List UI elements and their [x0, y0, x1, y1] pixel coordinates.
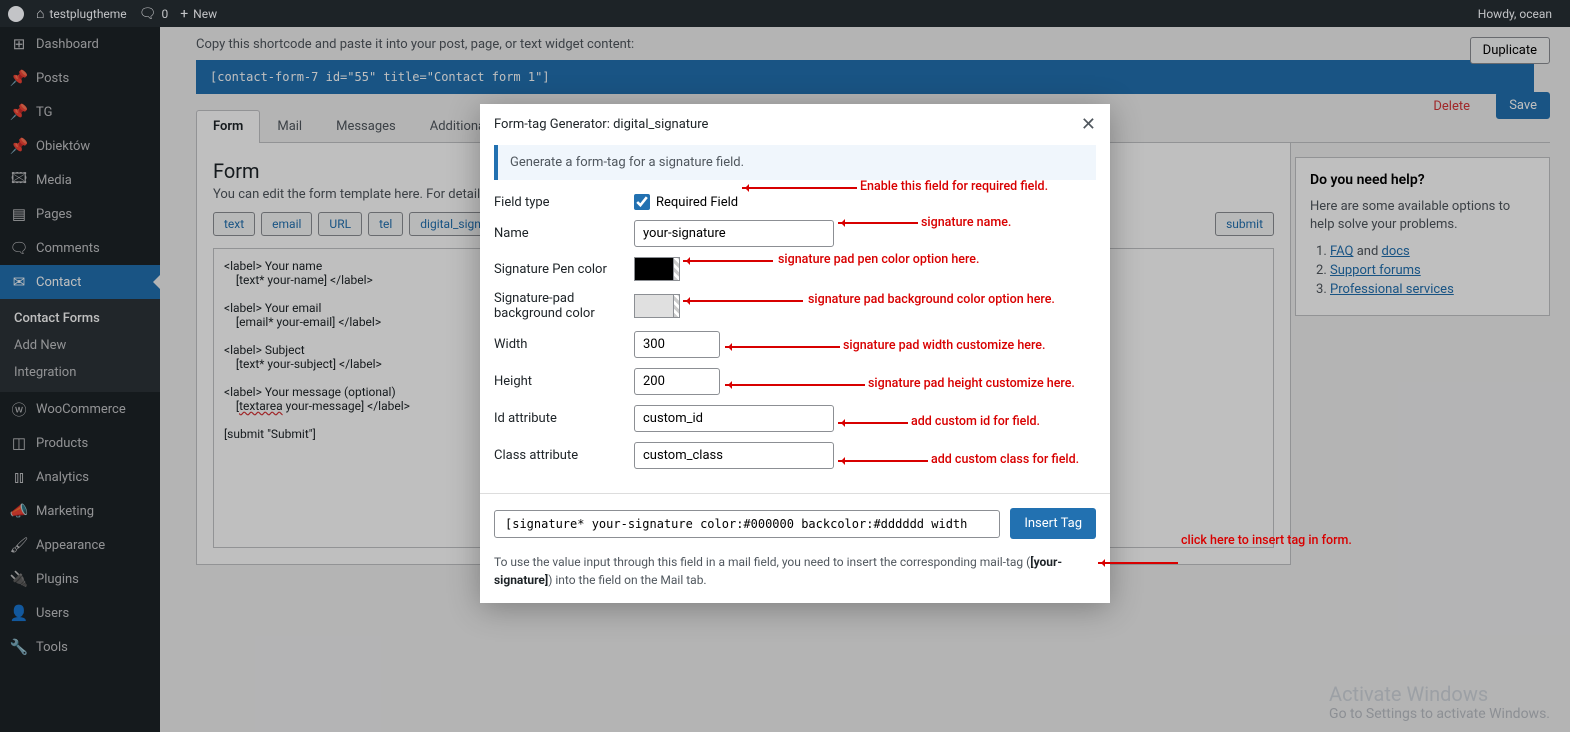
activate-windows-watermark: Activate Windows Go to Settings to activ…	[1329, 682, 1550, 722]
anno-bg: signature pad background color option he…	[808, 292, 1055, 307]
tag-output[interactable]	[494, 510, 1000, 538]
color-picker-handle[interactable]	[674, 257, 680, 281]
admin-bar: ⌂testplugtheme 🗨0 +New Howdy, ocean	[0, 0, 1570, 27]
label-id-attr: Id attribute	[494, 411, 634, 426]
site-name-link[interactable]: ⌂testplugtheme	[36, 5, 127, 22]
width-input[interactable]	[634, 331, 720, 358]
label-name: Name	[494, 226, 634, 241]
label-width: Width	[494, 337, 634, 352]
modal-info: Generate a form-tag for a signature fiel…	[494, 145, 1096, 180]
close-icon[interactable]: ✕	[1081, 114, 1096, 135]
home-icon: ⌂	[36, 5, 44, 22]
label-bg-color: Signature-padbackground color	[494, 291, 634, 321]
label-class-attr: Class attribute	[494, 448, 634, 463]
label-pen-color: Signature Pen color	[494, 262, 634, 277]
comments-link[interactable]: 🗨0	[139, 6, 169, 22]
color-picker-handle[interactable]	[674, 294, 680, 318]
anno-width: signature pad width customize here.	[843, 338, 1045, 353]
modal-note: To use the value input through this fiel…	[480, 553, 1110, 603]
class-input[interactable]	[634, 442, 834, 469]
anno-class: add custom class for field.	[931, 452, 1079, 467]
anno-required: Enable this field for required field.	[860, 179, 1048, 194]
modal-title: Form-tag Generator: digital_signature	[494, 117, 708, 132]
wp-logo[interactable]	[8, 6, 24, 22]
anno-height: signature pad height customize here.	[868, 376, 1075, 391]
howdy-link[interactable]: Howdy, ocean	[1478, 7, 1562, 21]
pen-color-swatch[interactable]	[634, 257, 674, 281]
anno-insert: click here to insert tag in form.	[1181, 533, 1352, 548]
anno-pen: signature pad pen color option here.	[778, 252, 979, 267]
required-label: Required Field	[656, 195, 738, 210]
plus-icon: +	[180, 6, 188, 22]
label-height: Height	[494, 374, 634, 389]
id-input[interactable]	[634, 405, 834, 432]
name-input[interactable]	[634, 220, 834, 247]
new-content-link[interactable]: +New	[180, 6, 217, 22]
comment-icon: 🗨	[139, 6, 157, 22]
insert-tag-button[interactable]: Insert Tag	[1010, 508, 1096, 539]
label-field-type: Field type	[494, 195, 634, 210]
anno-name: signature name.	[921, 215, 1011, 230]
height-input[interactable]	[634, 368, 720, 395]
anno-id: add custom id for field.	[911, 414, 1040, 429]
required-checkbox[interactable]	[634, 194, 650, 210]
bg-color-swatch[interactable]	[634, 294, 674, 318]
